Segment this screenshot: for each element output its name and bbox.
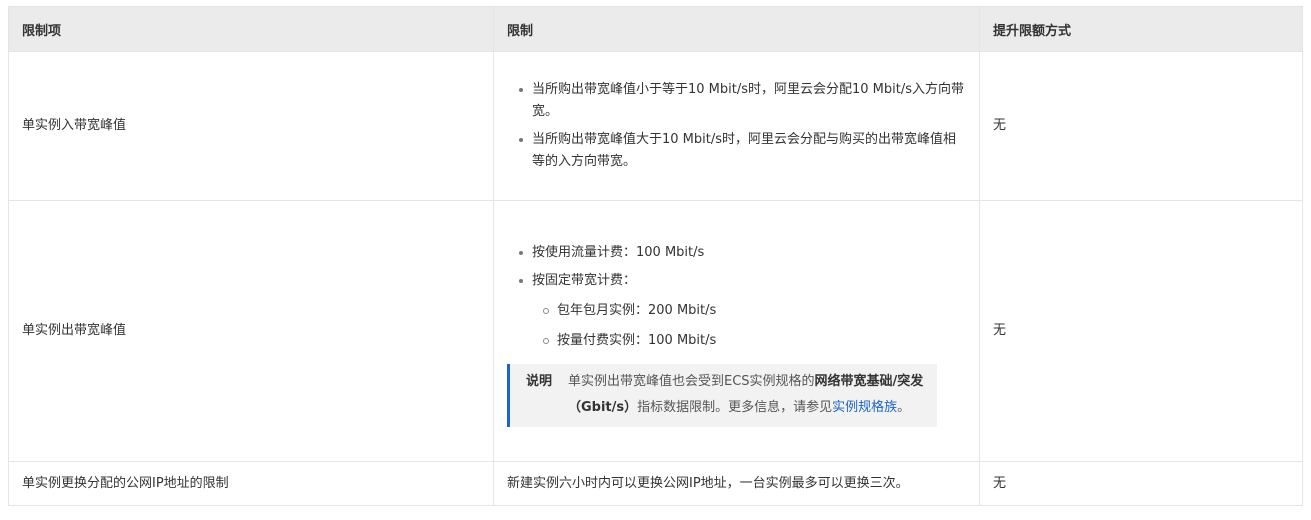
table-row: 单实例出带宽峰值 按使用流量计费：100 Mbit/s 按固定带宽计费： 包年包… — [8, 200, 1303, 462]
list-item-label: 按固定带宽计费： — [532, 272, 637, 288]
limit-list: 当所购出带宽峰值小于等于10 Mbit/s时，阿里云会分配10 Mbit/s入方… — [507, 79, 966, 173]
table-row: 单实例更换分配的公网IP地址的限制 新建实例六小时内可以更换公网IP地址，一台实… — [8, 461, 1303, 506]
row-limit: 按使用流量计费：100 Mbit/s 按固定带宽计费： 包年包月实例：200 M… — [493, 200, 980, 462]
list-item: 当所购出带宽峰值大于10 Mbit/s时，阿里云会分配与购买的出带宽峰值相等的入… — [507, 129, 966, 173]
header-item: 限制项 — [8, 6, 494, 52]
limits-table: 限制项 限制 提升限额方式 单实例入带宽峰值 当所购出带宽峰值小于等于10 Mb… — [8, 6, 1303, 506]
sub-list-item: 按量付费实例：100 Mbit/s — [532, 330, 966, 352]
note-text-middle: 指标数据限制。更多信息，请参见 — [637, 399, 833, 415]
limit-list: 按使用流量计费：100 Mbit/s 按固定带宽计费： 包年包月实例：200 M… — [507, 242, 966, 352]
row-item: 单实例更换分配的公网IP地址的限制 — [8, 461, 494, 506]
note-text-before: 单实例出带宽峰值也会受到ECS实例规格的 — [568, 373, 815, 389]
row-method: 无 — [979, 200, 1303, 462]
row-limit: 新建实例六小时内可以更换公网IP地址，一台实例最多可以更换三次。 — [493, 461, 980, 506]
row-item: 单实例出带宽峰值 — [8, 200, 494, 462]
note-text: 单实例出带宽峰值也会受到ECS实例规格的网络带宽基础/突发（Gbit/s）指标数… — [568, 369, 925, 421]
list-item: 按使用流量计费：100 Mbit/s — [507, 242, 966, 264]
list-item: 当所购出带宽峰值小于等于10 Mbit/s时，阿里云会分配10 Mbit/s入方… — [507, 79, 966, 123]
instance-family-link[interactable]: 实例规格族 — [832, 400, 897, 415]
sub-limit-list: 包年包月实例：200 Mbit/s 按量付费实例：100 Mbit/s — [532, 300, 966, 352]
note-box: 说明 单实例出带宽峰值也会受到ECS实例规格的网络带宽基础/突发（Gbit/s）… — [507, 363, 937, 427]
list-item: 按固定带宽计费： 包年包月实例：200 Mbit/s 按量付费实例：100 Mb… — [507, 270, 966, 352]
table-header-row: 限制项 限制 提升限额方式 — [8, 6, 1303, 52]
note-label: 说明 — [526, 373, 553, 389]
limits-table-container: 限制项 限制 提升限额方式 单实例入带宽峰值 当所购出带宽峰值小于等于10 Mb… — [8, 6, 1303, 506]
row-method: 无 — [979, 461, 1303, 506]
row-limit: 当所购出带宽峰值小于等于10 Mbit/s时，阿里云会分配10 Mbit/s入方… — [493, 51, 980, 201]
header-limit: 限制 — [493, 6, 980, 52]
table-row: 单实例入带宽峰值 当所购出带宽峰值小于等于10 Mbit/s时，阿里云会分配10… — [8, 51, 1303, 201]
note-text-after: 。 — [897, 399, 911, 415]
row-item: 单实例入带宽峰值 — [8, 51, 494, 201]
sub-list-item: 包年包月实例：200 Mbit/s — [532, 300, 966, 322]
header-method: 提升限额方式 — [979, 6, 1303, 52]
row-method: 无 — [979, 51, 1303, 201]
